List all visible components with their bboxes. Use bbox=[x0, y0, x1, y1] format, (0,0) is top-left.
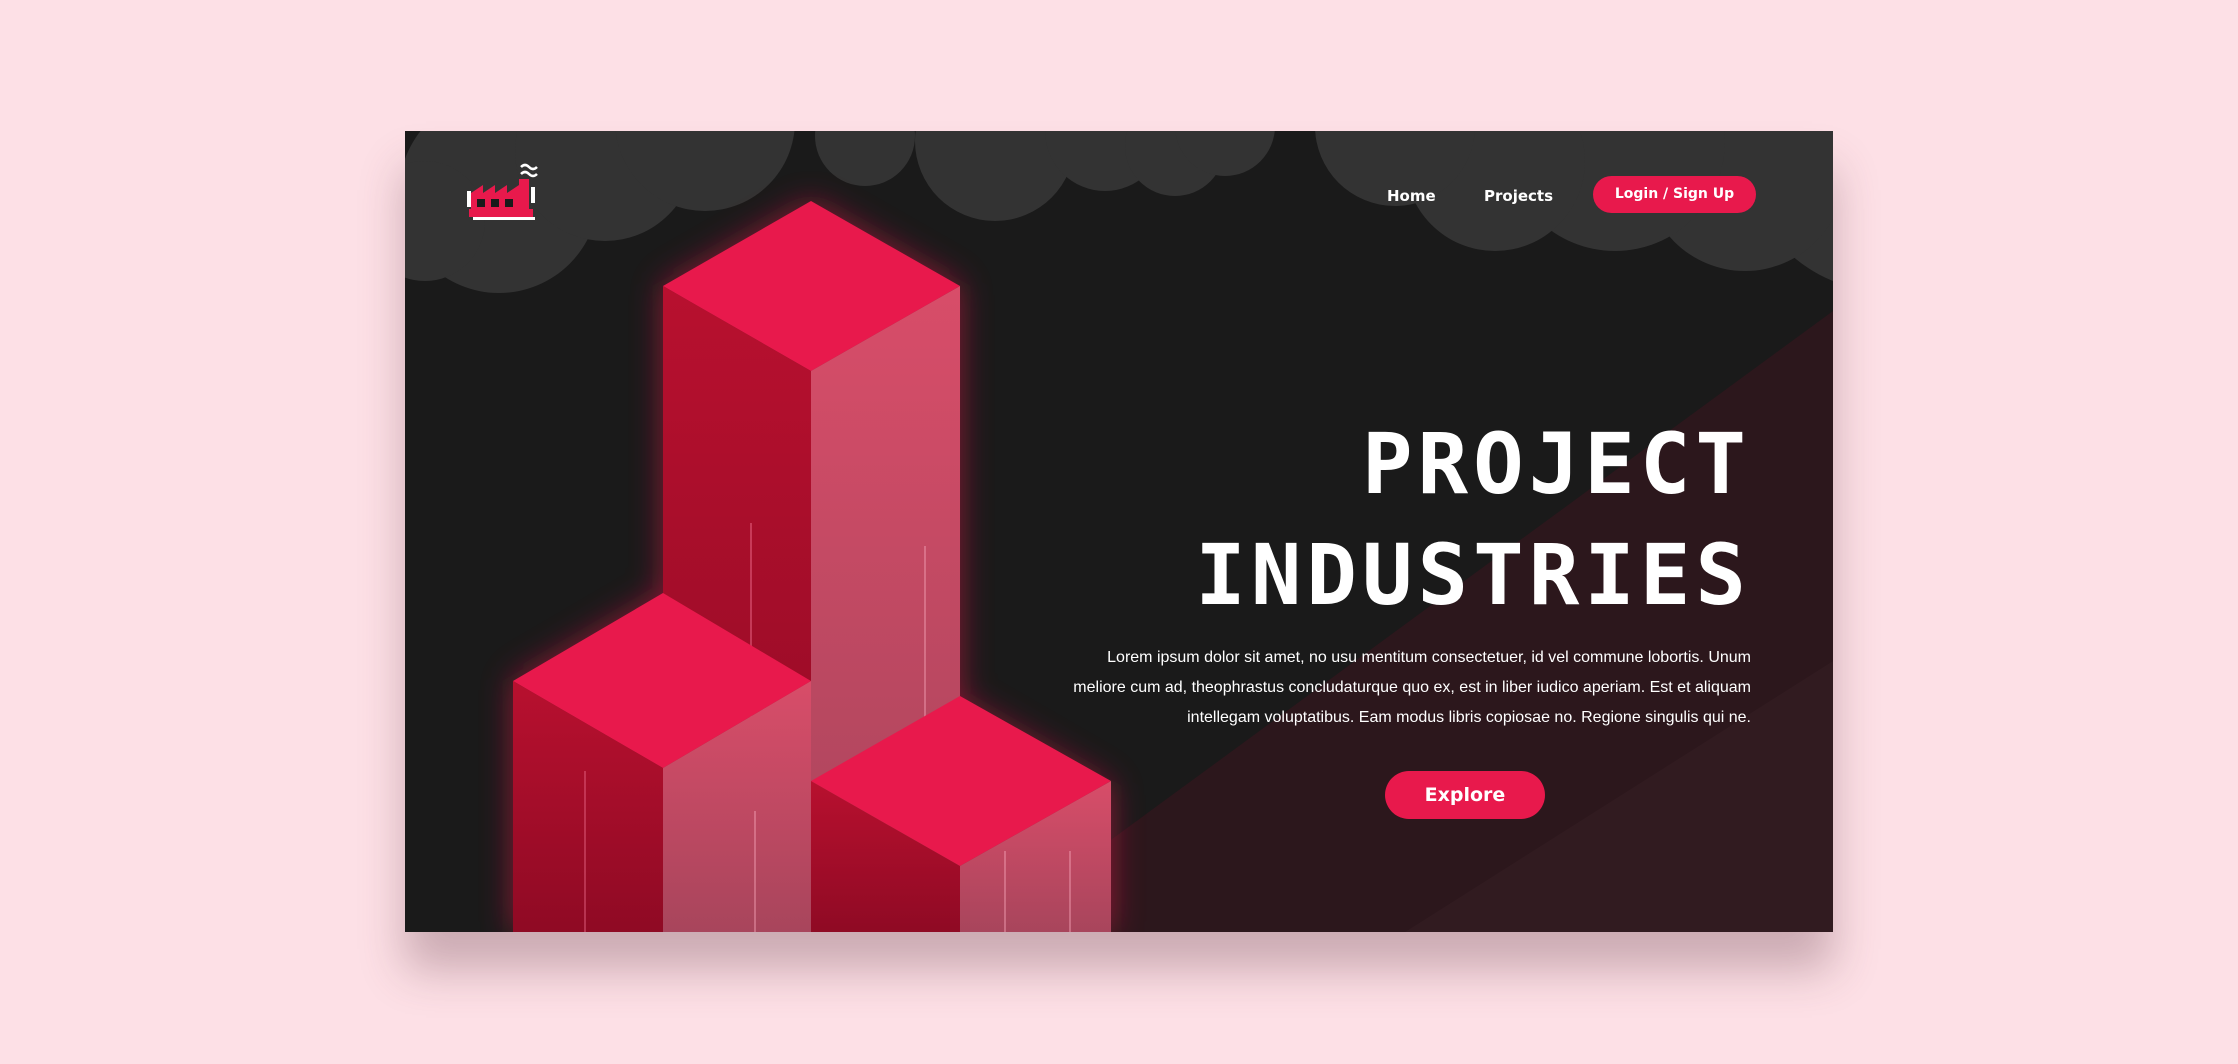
hero-title: PROJECT INDUSTRIES bbox=[1195, 409, 1751, 631]
nav-projects-link[interactable]: Projects bbox=[1484, 186, 1553, 206]
hero-title-line-1: PROJECT bbox=[1361, 415, 1751, 513]
cloud-top-center bbox=[815, 131, 1275, 221]
factory-logo-icon[interactable] bbox=[461, 159, 541, 229]
explore-button[interactable]: Explore bbox=[1385, 771, 1545, 819]
hero-title-line-2: INDUSTRIES bbox=[1195, 526, 1751, 624]
login-signup-button[interactable]: Login / Sign Up bbox=[1593, 176, 1756, 213]
hero-description: Lorem ipsum dolor sit amet, no usu menti… bbox=[1073, 649, 1751, 726]
landing-page-card: Home Projects Login / Sign Up PROJECT IN… bbox=[405, 131, 1833, 932]
cloud-top-right bbox=[1315, 131, 1833, 281]
nav-home-link[interactable]: Home bbox=[1387, 186, 1436, 206]
